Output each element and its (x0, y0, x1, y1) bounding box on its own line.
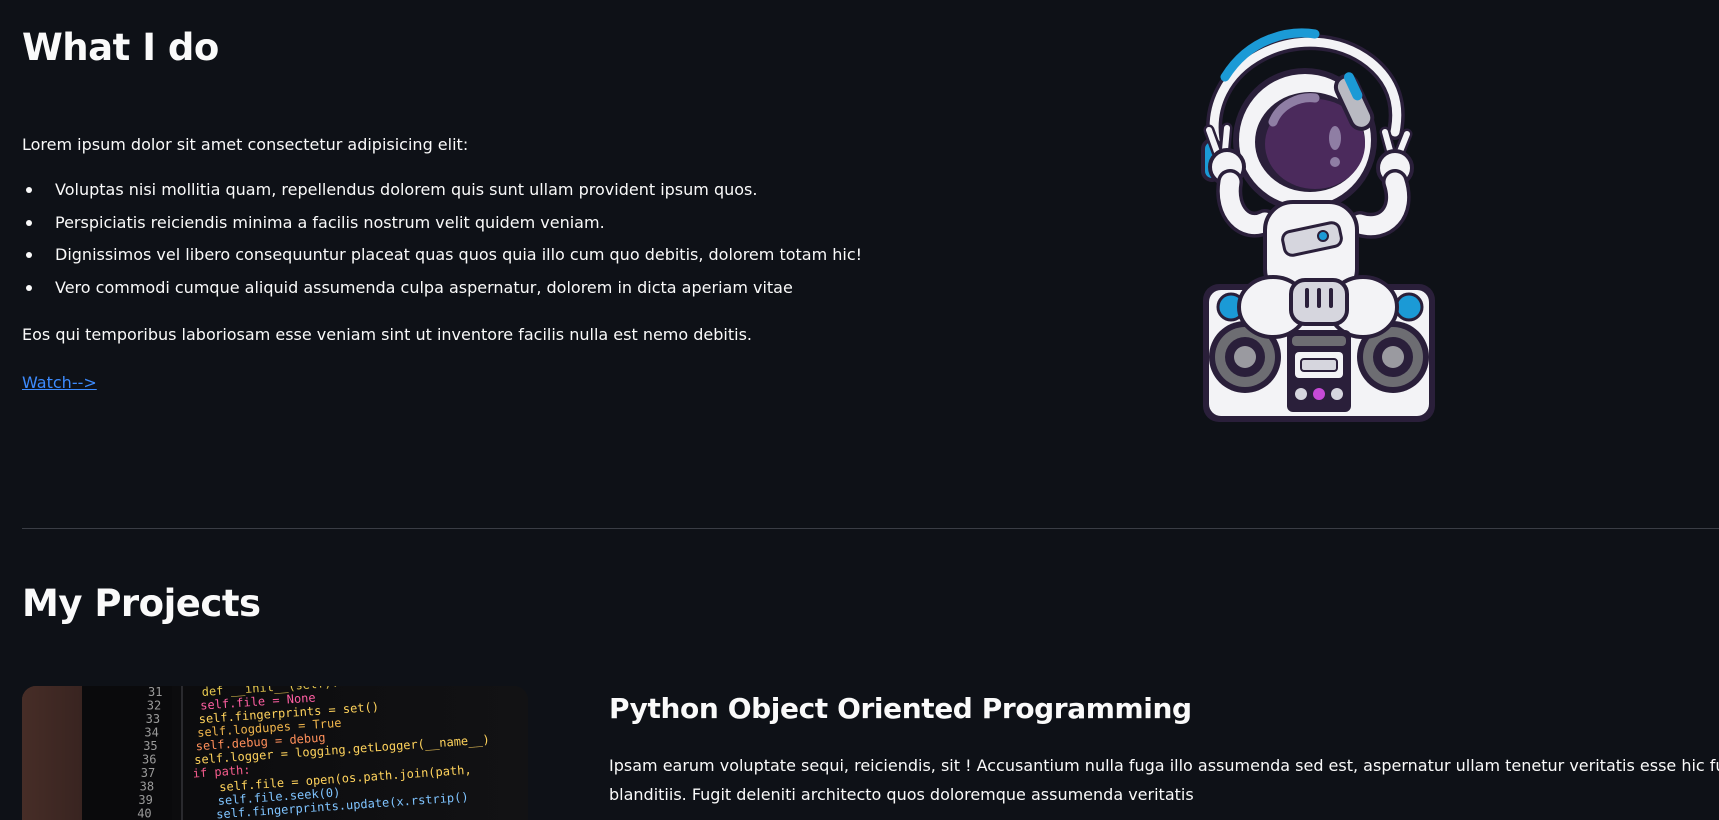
code-line-number: 36 (142, 753, 156, 767)
section-title-my-projects: My Projects (22, 582, 261, 625)
page: What I do Lorem ipsum dolor sit amet con… (0, 0, 1719, 820)
section-title-what-i-do: What I do (22, 26, 219, 69)
code-line-number: 34 (144, 726, 158, 740)
list-item: Dignissimos vel libero consequuntur plac… (22, 244, 862, 277)
code-line-number: 38 (140, 780, 154, 794)
outro-text: Eos qui temporibus laboriosam esse venia… (22, 325, 752, 344)
astronaut-dj-boombox-icon (1201, 28, 1435, 422)
list-item: Vero commodi cumque aliquid assumenda cu… (22, 277, 862, 310)
bullet-dot-icon (26, 284, 32, 291)
list-item-text: Dignissimos vel libero consequuntur plac… (55, 245, 863, 264)
list-item-text: Vero commodi cumque aliquid assumenda cu… (55, 277, 793, 297)
code-line-number: 32 (147, 699, 161, 713)
list-item-text: Voluptas nisi mollitia quam, repellendus… (55, 180, 758, 199)
project-title: Python Object Oriented Programming (609, 692, 1192, 725)
list-item: Perspiciatis reiciendis minima a facilis… (22, 212, 862, 245)
bullet-dot-icon (26, 252, 32, 258)
project-description-line: Ipsam earum voluptate sequi, reiciendis,… (609, 756, 1719, 775)
code-line-number: 33 (146, 712, 160, 726)
code-line-number: 35 (143, 739, 157, 753)
intro-text: Lorem ipsum dolor sit amet consectetur a… (22, 135, 469, 154)
watch-link[interactable]: Watch--> (22, 372, 97, 394)
bullet-dot-icon (26, 219, 32, 226)
section-divider (22, 528, 1719, 529)
code-screenshot-image: 31 32 33 34 35 36 37 38 39 40 def __init__(self):… (22, 686, 528, 820)
code-line-number: 37 (141, 766, 155, 780)
list-item-text: Perspiciatis reiciendis minima a facilis… (55, 212, 605, 232)
code-line-number: 39 (138, 793, 152, 807)
project-description-line: blanditiis. Fugit deleniti architecto qu… (609, 785, 1194, 804)
list-item: Voluptas nisi mollitia quam, repellendus… (22, 179, 862, 212)
code-line-number: 31 (148, 686, 162, 699)
code-line-number: 40 (137, 807, 151, 820)
bullet-dot-icon (26, 187, 32, 193)
project-description: Ipsam earum voluptate sequi, reiciendis,… (609, 751, 1719, 809)
bullet-list: Voluptas nisi mollitia quam, repellendus… (22, 179, 862, 309)
